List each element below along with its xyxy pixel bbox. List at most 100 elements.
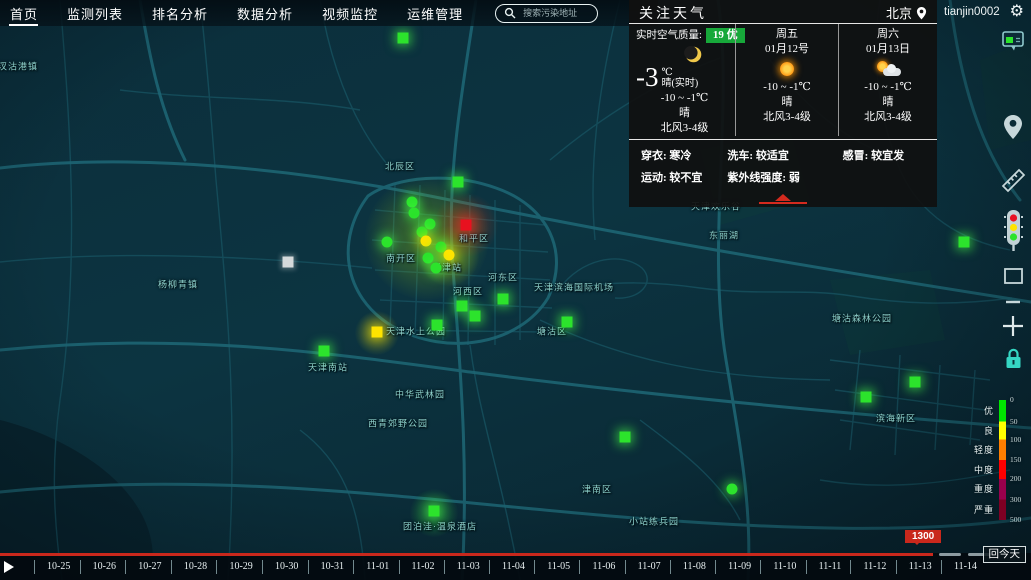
station-marker-green[interactable] — [457, 301, 468, 312]
timeline-date[interactable]: 11-12 — [850, 560, 886, 574]
station-marker-green[interactable] — [429, 506, 440, 517]
station-marker-yellow[interactable] — [372, 327, 383, 338]
station-marker-green[interactable] — [432, 320, 443, 331]
map-place-label: 东丽湖 — [709, 229, 739, 242]
map-place-label: 北辰区 — [385, 160, 415, 173]
station-marker-green[interactable] — [620, 432, 631, 443]
location-pin-icon — [916, 6, 927, 20]
station-marker-green[interactable] — [398, 33, 409, 44]
station-marker-green[interactable] — [861, 392, 872, 403]
station-marker-green[interactable] — [453, 177, 464, 188]
aqi-legend-value: 500 — [1010, 515, 1021, 524]
timeline-date[interactable]: 11-09 — [715, 560, 751, 574]
timeline-bar: 10-25 10-26 10-27 10-28 10-29 10-30 10-31 11-01… — [0, 553, 1031, 580]
play-button[interactable] — [4, 561, 14, 573]
station-bubble-icon[interactable] — [999, 30, 1027, 52]
map-place-label: 河西区 — [453, 285, 483, 298]
weather-collapse-arrow[interactable] — [629, 187, 937, 207]
back-to-today-button[interactable]: 回今天 — [983, 546, 1027, 563]
station-marker-green[interactable] — [382, 237, 393, 248]
map-place-label: 南开区 — [386, 252, 416, 265]
wind: 北风3-4级 — [736, 110, 838, 125]
timeline-date[interactable]: 11-13 — [896, 560, 932, 574]
date: 01月12号 — [736, 42, 838, 57]
station-marker-green[interactable] — [959, 237, 970, 248]
station-marker-green[interactable] — [431, 263, 442, 274]
aqi-legend-value: 300 — [1010, 495, 1021, 504]
timeline-date[interactable]: 11-03 — [444, 560, 480, 574]
timeline-date[interactable]: 10-29 — [216, 560, 252, 574]
monitoring-dashboard: 汊沽港镇杨柳青镇北辰区南开区和平区天津站河东区河西区天津水上公园天津南站中华武林… — [0, 0, 1031, 580]
zoom-out-icon[interactable] — [999, 297, 1027, 307]
timeline-date[interactable]: 10-26 — [80, 560, 116, 574]
map-place-label: 汊沽港镇 — [0, 60, 38, 73]
timeline-date[interactable]: 10-25 — [34, 560, 70, 574]
settings-gear-icon[interactable]: ⚙ — [1010, 4, 1024, 20]
station-marker-green[interactable] — [727, 484, 738, 495]
station-marker-red[interactable] — [461, 220, 472, 231]
nav-item-ranking[interactable]: 排名分析 — [151, 0, 209, 27]
timeline-date[interactable]: 10-30 — [262, 560, 298, 574]
user-box: tianjin0002 ⚙ — [944, 4, 1024, 20]
station-marker-yellow[interactable] — [444, 250, 455, 261]
timeline-date[interactable]: 10-28 — [171, 560, 207, 574]
city-selector[interactable]: 北京 — [886, 3, 927, 22]
timeline-progress[interactable] — [0, 553, 933, 556]
timeline-date[interactable]: 10-31 — [308, 560, 344, 574]
search-input[interactable] — [521, 7, 589, 19]
station-marker-green[interactable] — [409, 208, 420, 219]
aqi-legend-label: 重度 — [960, 482, 994, 495]
station-marker-green[interactable] — [562, 317, 573, 328]
station-marker-yellow[interactable] — [421, 236, 432, 247]
rect-select-icon[interactable] — [999, 266, 1027, 286]
aqi-legend-label: 良 — [960, 424, 994, 437]
timeline-date[interactable]: 10-27 — [125, 560, 161, 574]
timeline-date[interactable]: 11-07 — [625, 560, 661, 574]
timeline-date[interactable]: 11-08 — [670, 560, 706, 574]
timeline-date[interactable]: 11-05 — [534, 560, 570, 574]
ruler-icon[interactable] — [999, 168, 1027, 193]
station-marker-gray[interactable] — [283, 257, 294, 268]
cond: 晴 — [839, 95, 937, 110]
zoom-in-icon[interactable] — [999, 314, 1027, 338]
nav-item-data-analysis[interactable]: 数据分析 — [236, 0, 294, 27]
map-place-label: 天津滨海国际机场 — [534, 281, 614, 294]
weather-today: 实时空气质量: 19 优 -3 ℃ 晴(实时) — [629, 24, 735, 136]
today-cond: 晴 — [636, 106, 733, 121]
aqi-legend-value: 50 — [1010, 417, 1018, 426]
timeline-date[interactable]: 11-04 — [489, 560, 525, 574]
location-pin-icon[interactable] — [999, 114, 1027, 141]
search-box[interactable] — [495, 4, 598, 23]
nav-item-ops[interactable]: 运维管理 — [406, 0, 464, 27]
timeline-date[interactable]: 11-06 — [579, 560, 615, 574]
station-marker-green[interactable] — [498, 294, 509, 305]
station-marker-green[interactable] — [470, 311, 481, 322]
current-time-badge: 1300 — [905, 530, 941, 543]
traffic-light-icon[interactable] — [999, 209, 1027, 253]
aqi-legend: 优良轻度中度重度严重050100150200300500 — [960, 396, 1028, 526]
range: -10 ~ -1℃ — [736, 80, 838, 95]
station-marker-green[interactable] — [423, 253, 434, 264]
aqi-legend-label: 中度 — [960, 463, 994, 476]
timeline-date[interactable]: 11-10 — [760, 560, 796, 574]
timeline-date[interactable]: 11-02 — [399, 560, 435, 574]
weather-day-fri: 周五 01月12号 -10 ~ -1℃ 晴 北风3-4级 — [735, 24, 838, 136]
station-marker-green[interactable] — [910, 377, 921, 388]
lock-icon[interactable] — [999, 347, 1027, 370]
map-place-label: 河东区 — [488, 271, 518, 284]
timeline-remaining-segment[interactable] — [939, 553, 961, 556]
nav-item-video[interactable]: 视频监控 — [321, 0, 379, 27]
station-marker-green[interactable] — [319, 346, 330, 357]
nav-item-home[interactable]: 首页 — [9, 0, 39, 27]
weather-panel: 关注天气 北京 实时空气质量: 19 优 — [629, 0, 937, 207]
city-name: 北京 — [886, 3, 912, 22]
weather-panel-title: 关注天气 — [639, 3, 707, 23]
timeline-date[interactable]: 11-11 — [806, 560, 842, 574]
date: 01月13日 — [839, 42, 937, 57]
station-marker-green[interactable] — [407, 197, 418, 208]
timeline-date[interactable]: 11-14 — [941, 560, 977, 574]
nav-item-monitor-list[interactable]: 监测列表 — [66, 0, 124, 27]
index-uv: 紫外线强度: 弱 — [727, 169, 842, 185]
aqi-legend-label: 严重 — [960, 503, 994, 516]
timeline-date[interactable]: 11-01 — [353, 560, 389, 574]
